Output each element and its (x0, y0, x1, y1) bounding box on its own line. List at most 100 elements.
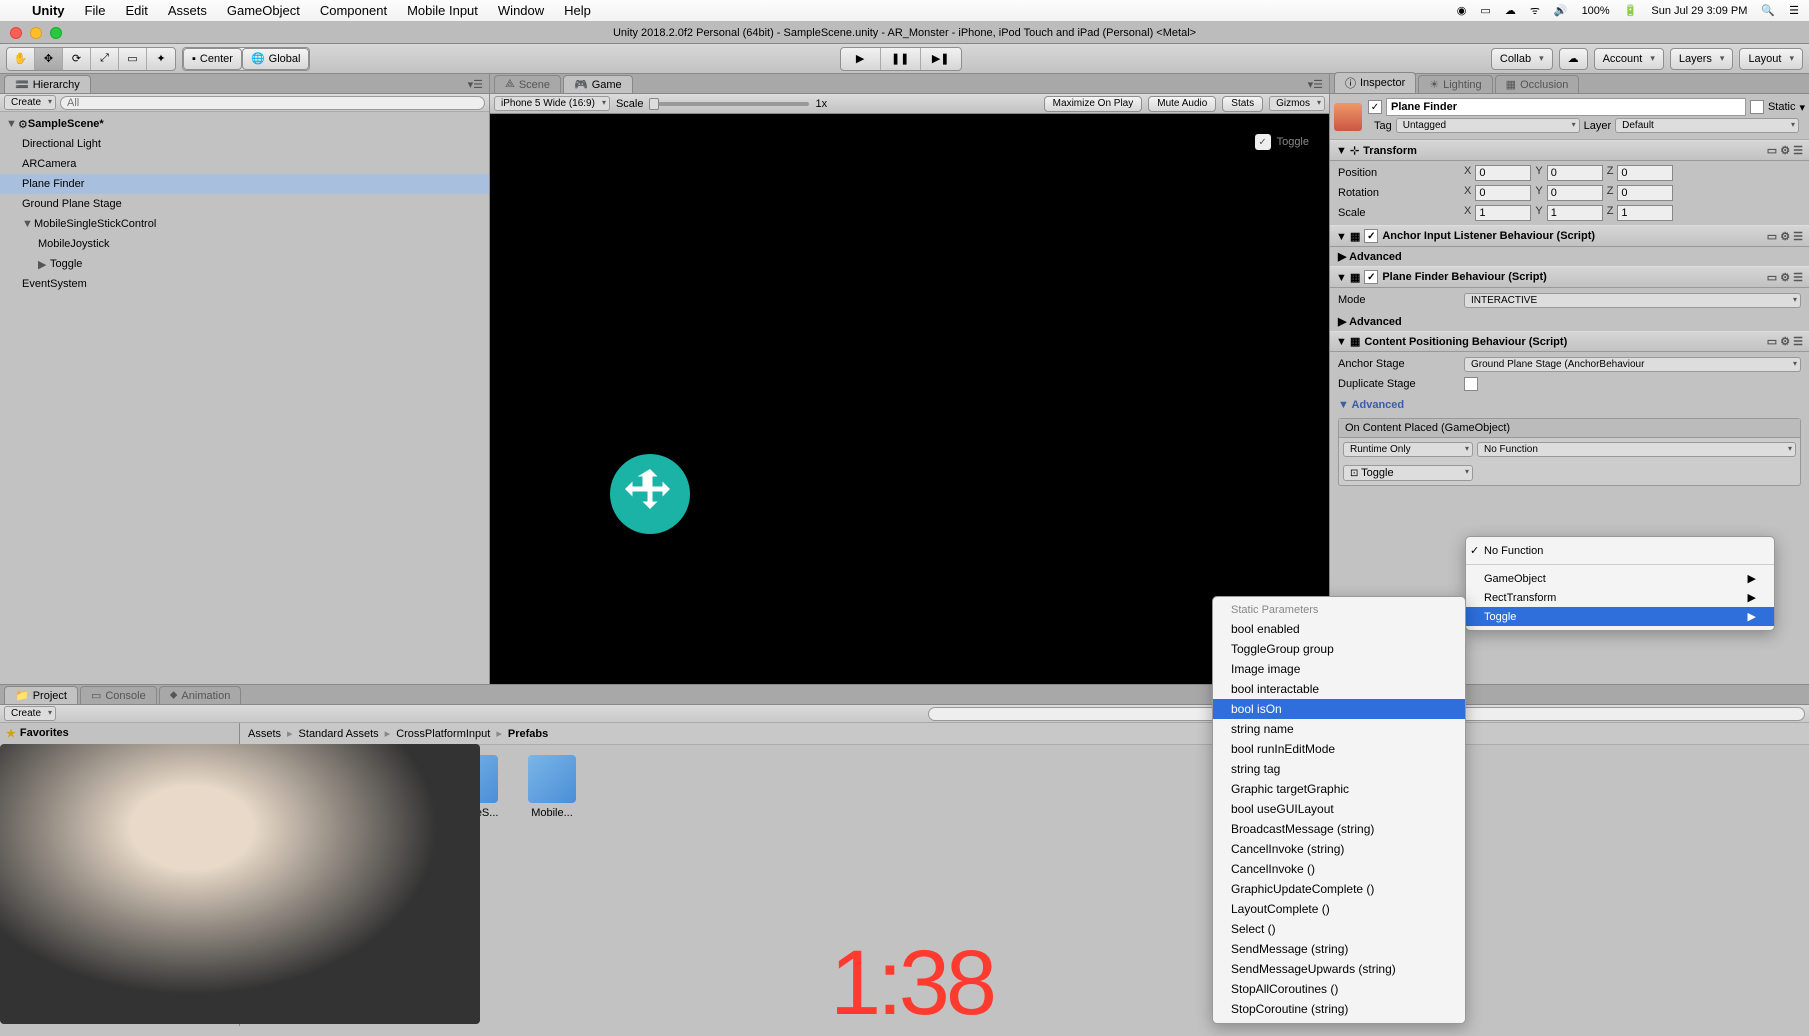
minimize-window-button[interactable] (30, 27, 42, 39)
rot-x-input[interactable] (1475, 185, 1531, 201)
submenu-item[interactable]: CancelInvoke () (1213, 859, 1465, 879)
menu-item-gameobject[interactable]: GameObject▶ (1466, 569, 1774, 588)
pos-x-input[interactable] (1475, 165, 1531, 181)
asset-item[interactable]: Mobile... (520, 755, 584, 1016)
submenu-item[interactable]: Image image (1213, 659, 1465, 679)
menu-component[interactable]: Component (310, 3, 397, 18)
mute-toggle[interactable]: Mute Audio (1148, 96, 1216, 112)
rot-y-input[interactable] (1547, 185, 1603, 201)
display-icon[interactable]: ▭ (1480, 4, 1490, 17)
breadcrumb-item[interactable]: Assets (248, 728, 281, 740)
submenu-item[interactable]: SendMessageUpwards (string) (1213, 959, 1465, 979)
project-create-button[interactable]: Create (4, 706, 56, 721)
transform-header[interactable]: ▼ ⊹ Transform▭ ⚙ ☰ (1330, 140, 1809, 161)
tag-dropdown[interactable]: Untagged (1396, 118, 1580, 133)
active-checkbox[interactable]: ✓ (1368, 100, 1382, 114)
static-dropdown-icon[interactable]: ▾ (1799, 101, 1805, 114)
sync-icon[interactable]: ☁ (1505, 4, 1516, 17)
occlusion-tab[interactable]: ▦ Occlusion (1495, 75, 1580, 93)
favorites-row[interactable]: ★ Favorites (0, 723, 239, 743)
record-icon[interactable]: ◉ (1457, 4, 1467, 17)
gizmos-dropdown[interactable]: Gizmos (1269, 96, 1325, 111)
console-tab[interactable]: ▭ Console (80, 686, 157, 704)
submenu-item[interactable]: StopAllCoroutines () (1213, 979, 1465, 999)
gear-icon[interactable]: ▭ ⚙ ☰ (1767, 335, 1803, 348)
menu-item-recttransform[interactable]: RectTransform▶ (1466, 588, 1774, 607)
step-button[interactable]: ▶❚ (921, 48, 961, 70)
submenu-item[interactable]: StopCoroutine (string) (1213, 999, 1465, 1019)
submenu-item[interactable]: BroadcastMessage (string) (1213, 819, 1465, 839)
submenu-item-selected[interactable]: bool isOn (1213, 699, 1465, 719)
submenu-item[interactable]: CancelInvoke (string) (1213, 839, 1465, 859)
rect-tool-button[interactable]: ▭ (119, 48, 147, 70)
menu-gameobject[interactable]: GameObject (217, 3, 310, 18)
target-field[interactable]: ⊡ Toggle (1343, 465, 1473, 481)
static-checkbox[interactable] (1750, 100, 1764, 114)
close-window-button[interactable] (10, 27, 22, 39)
wifi-icon[interactable]: ᯤ (1530, 3, 1540, 18)
submenu-item[interactable]: GraphicUpdateComplete () (1213, 879, 1465, 899)
breadcrumb-item[interactable]: Standard Assets (299, 728, 379, 740)
submenu-item[interactable]: bool interactable (1213, 679, 1465, 699)
hierarchy-item[interactable]: ▶Toggle (0, 254, 489, 274)
submenu-item[interactable]: bool runInEditMode (1213, 739, 1465, 759)
hierarchy-tab[interactable]: 🟰 Hierarchy (4, 75, 91, 93)
object-name-input[interactable] (1386, 98, 1746, 116)
game-view[interactable]: ✓ Toggle (490, 114, 1329, 684)
submenu-item[interactable]: ToggleGroup group (1213, 639, 1465, 659)
runtime-dropdown[interactable]: Runtime Only (1343, 442, 1473, 457)
function-dropdown[interactable]: No Function (1477, 442, 1796, 457)
scl-x-input[interactable] (1475, 205, 1531, 221)
menu-file[interactable]: File (75, 3, 116, 18)
rot-z-input[interactable] (1617, 185, 1673, 201)
inspector-tab[interactable]: ⓘ Inspector (1334, 72, 1416, 93)
animation-tab[interactable]: ⬥ Animation (159, 686, 242, 704)
anchor-input-header[interactable]: ▼ ▦ ✓ Anchor Input Listener Behaviour (S… (1330, 225, 1809, 247)
hierarchy-create-button[interactable]: Create (4, 95, 56, 110)
volume-icon[interactable]: 🔊 (1554, 4, 1568, 17)
scale-tool-button[interactable]: ⤢ (91, 48, 119, 70)
hierarchy-item[interactable]: ▼MobileSingleStickControl (0, 214, 489, 234)
object-icon[interactable] (1334, 103, 1362, 131)
content-positioning-header[interactable]: ▼ ▦ Content Positioning Behaviour (Scrip… (1330, 331, 1809, 352)
submenu-item[interactable]: bool enabled (1213, 619, 1465, 639)
menu-item-toggle[interactable]: Toggle▶ (1466, 607, 1774, 626)
project-tab[interactable]: 📁 Project (4, 686, 78, 704)
submenu-item[interactable]: string name (1213, 719, 1465, 739)
cloud-button[interactable]: ☁ (1559, 48, 1588, 70)
layer-dropdown[interactable]: Default (1615, 118, 1799, 133)
hierarchy-item[interactable]: MobileJoystick (0, 234, 489, 254)
menu-edit[interactable]: Edit (115, 3, 157, 18)
mode-dropdown[interactable]: INTERACTIVE (1464, 293, 1801, 308)
maximize-window-button[interactable] (50, 27, 62, 39)
plane-finder-header[interactable]: ▼ ▦ ✓ Plane Finder Behaviour (Script)▭ ⚙… (1330, 266, 1809, 288)
pos-z-input[interactable] (1617, 165, 1673, 181)
rotate-tool-button[interactable]: ⟳ (63, 48, 91, 70)
play-button[interactable]: ▶ (841, 48, 881, 70)
menu-mobileinput[interactable]: Mobile Input (397, 3, 488, 18)
hierarchy-search-input[interactable] (60, 96, 485, 110)
layers-dropdown[interactable]: Layers (1670, 48, 1734, 70)
advanced-toggle-expanded[interactable]: ▼ Advanced (1330, 396, 1809, 414)
submenu-item[interactable]: bool useGUILayout (1213, 799, 1465, 819)
hand-tool-button[interactable]: ✋ (7, 48, 35, 70)
clock[interactable]: Sun Jul 29 3:09 PM (1651, 5, 1747, 17)
scale-slider[interactable] (649, 102, 809, 106)
scl-y-input[interactable] (1547, 205, 1603, 221)
anchor-field[interactable]: Ground Plane Stage (AnchorBehaviour (1464, 357, 1801, 372)
stats-toggle[interactable]: Stats (1222, 96, 1263, 112)
gear-icon[interactable]: ▭ ⚙ ☰ (1767, 271, 1803, 284)
aspect-dropdown[interactable]: iPhone 5 Wide (16:9) (494, 96, 610, 111)
advanced-toggle[interactable]: ▶ Advanced (1330, 247, 1809, 266)
menu-item-nofunction[interactable]: ✓No Function (1466, 541, 1774, 560)
menu-window[interactable]: Window (488, 3, 554, 18)
hierarchy-item-selected[interactable]: Plane Finder (0, 174, 489, 194)
pause-button[interactable]: ❚❚ (881, 48, 921, 70)
maximize-toggle[interactable]: Maximize On Play (1044, 96, 1143, 112)
menu-icon[interactable]: ☰ (1789, 4, 1799, 17)
menu-help[interactable]: Help (554, 3, 601, 18)
scene-tab[interactable]: ⟁ Scene (494, 75, 561, 93)
pos-y-input[interactable] (1547, 165, 1603, 181)
toggle-checkbox[interactable]: ✓ (1255, 134, 1271, 150)
scl-z-input[interactable] (1617, 205, 1673, 221)
